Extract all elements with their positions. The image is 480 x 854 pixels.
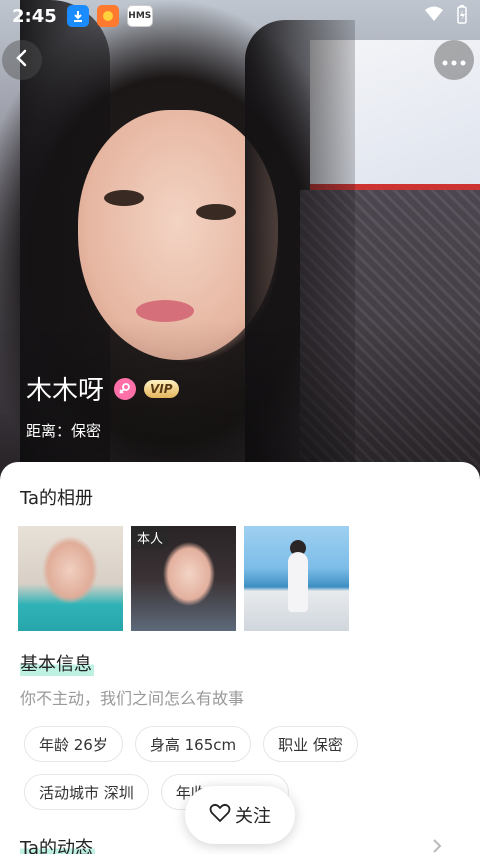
tag-age: 年龄 26岁 xyxy=(24,726,123,762)
status-right xyxy=(424,4,468,28)
follow-button[interactable]: 关注 xyxy=(185,786,295,844)
wifi-icon xyxy=(424,6,444,26)
female-icon xyxy=(114,377,137,400)
lips xyxy=(136,300,194,322)
profile-cover-photo[interactable] xyxy=(0,0,480,480)
chevron-right-icon[interactable] xyxy=(432,838,442,854)
status-time: 2:45 xyxy=(12,5,57,27)
vip-badge: VIP xyxy=(144,379,179,398)
basic-info-title: 基本信息 xyxy=(20,650,94,676)
eye-left xyxy=(104,190,144,206)
motto-text: 你不主动，我们之间怎么有故事 xyxy=(20,689,245,708)
photo-album: 本人 xyxy=(18,526,349,631)
album-photo-2[interactable]: 本人 xyxy=(131,526,236,631)
distance-text: 距离：保密 xyxy=(26,422,102,440)
moments-title[interactable]: Ta的动态 xyxy=(20,834,96,854)
eye-right xyxy=(196,204,236,220)
photo-figure-body xyxy=(288,552,308,612)
user-name: 木木呀 xyxy=(26,376,105,406)
album-photo-3[interactable] xyxy=(244,526,349,631)
back-button[interactable] xyxy=(2,40,42,80)
hms-icon: HMS xyxy=(126,5,153,27)
game-app-icon xyxy=(96,5,119,27)
heart-outline-icon xyxy=(209,803,231,828)
download-icon xyxy=(66,5,89,27)
album-title: Ta的相册 xyxy=(20,488,94,509)
more-dots-icon xyxy=(442,51,466,70)
tag-job: 职业 保密 xyxy=(263,726,358,762)
tag-height: 身高 165cm xyxy=(134,726,252,762)
chevron-left-icon xyxy=(14,48,30,72)
more-button[interactable] xyxy=(434,40,474,80)
album-photo-1[interactable] xyxy=(18,526,123,631)
status-bar: 2:45 HMS xyxy=(0,0,480,32)
tag-city: 活动城市 深圳 xyxy=(24,774,149,810)
follow-label: 关注 xyxy=(235,806,271,827)
battery-icon xyxy=(456,4,468,28)
self-photo-tag: 本人 xyxy=(131,526,170,549)
profile-name-row: 木木呀 VIP xyxy=(26,370,179,407)
